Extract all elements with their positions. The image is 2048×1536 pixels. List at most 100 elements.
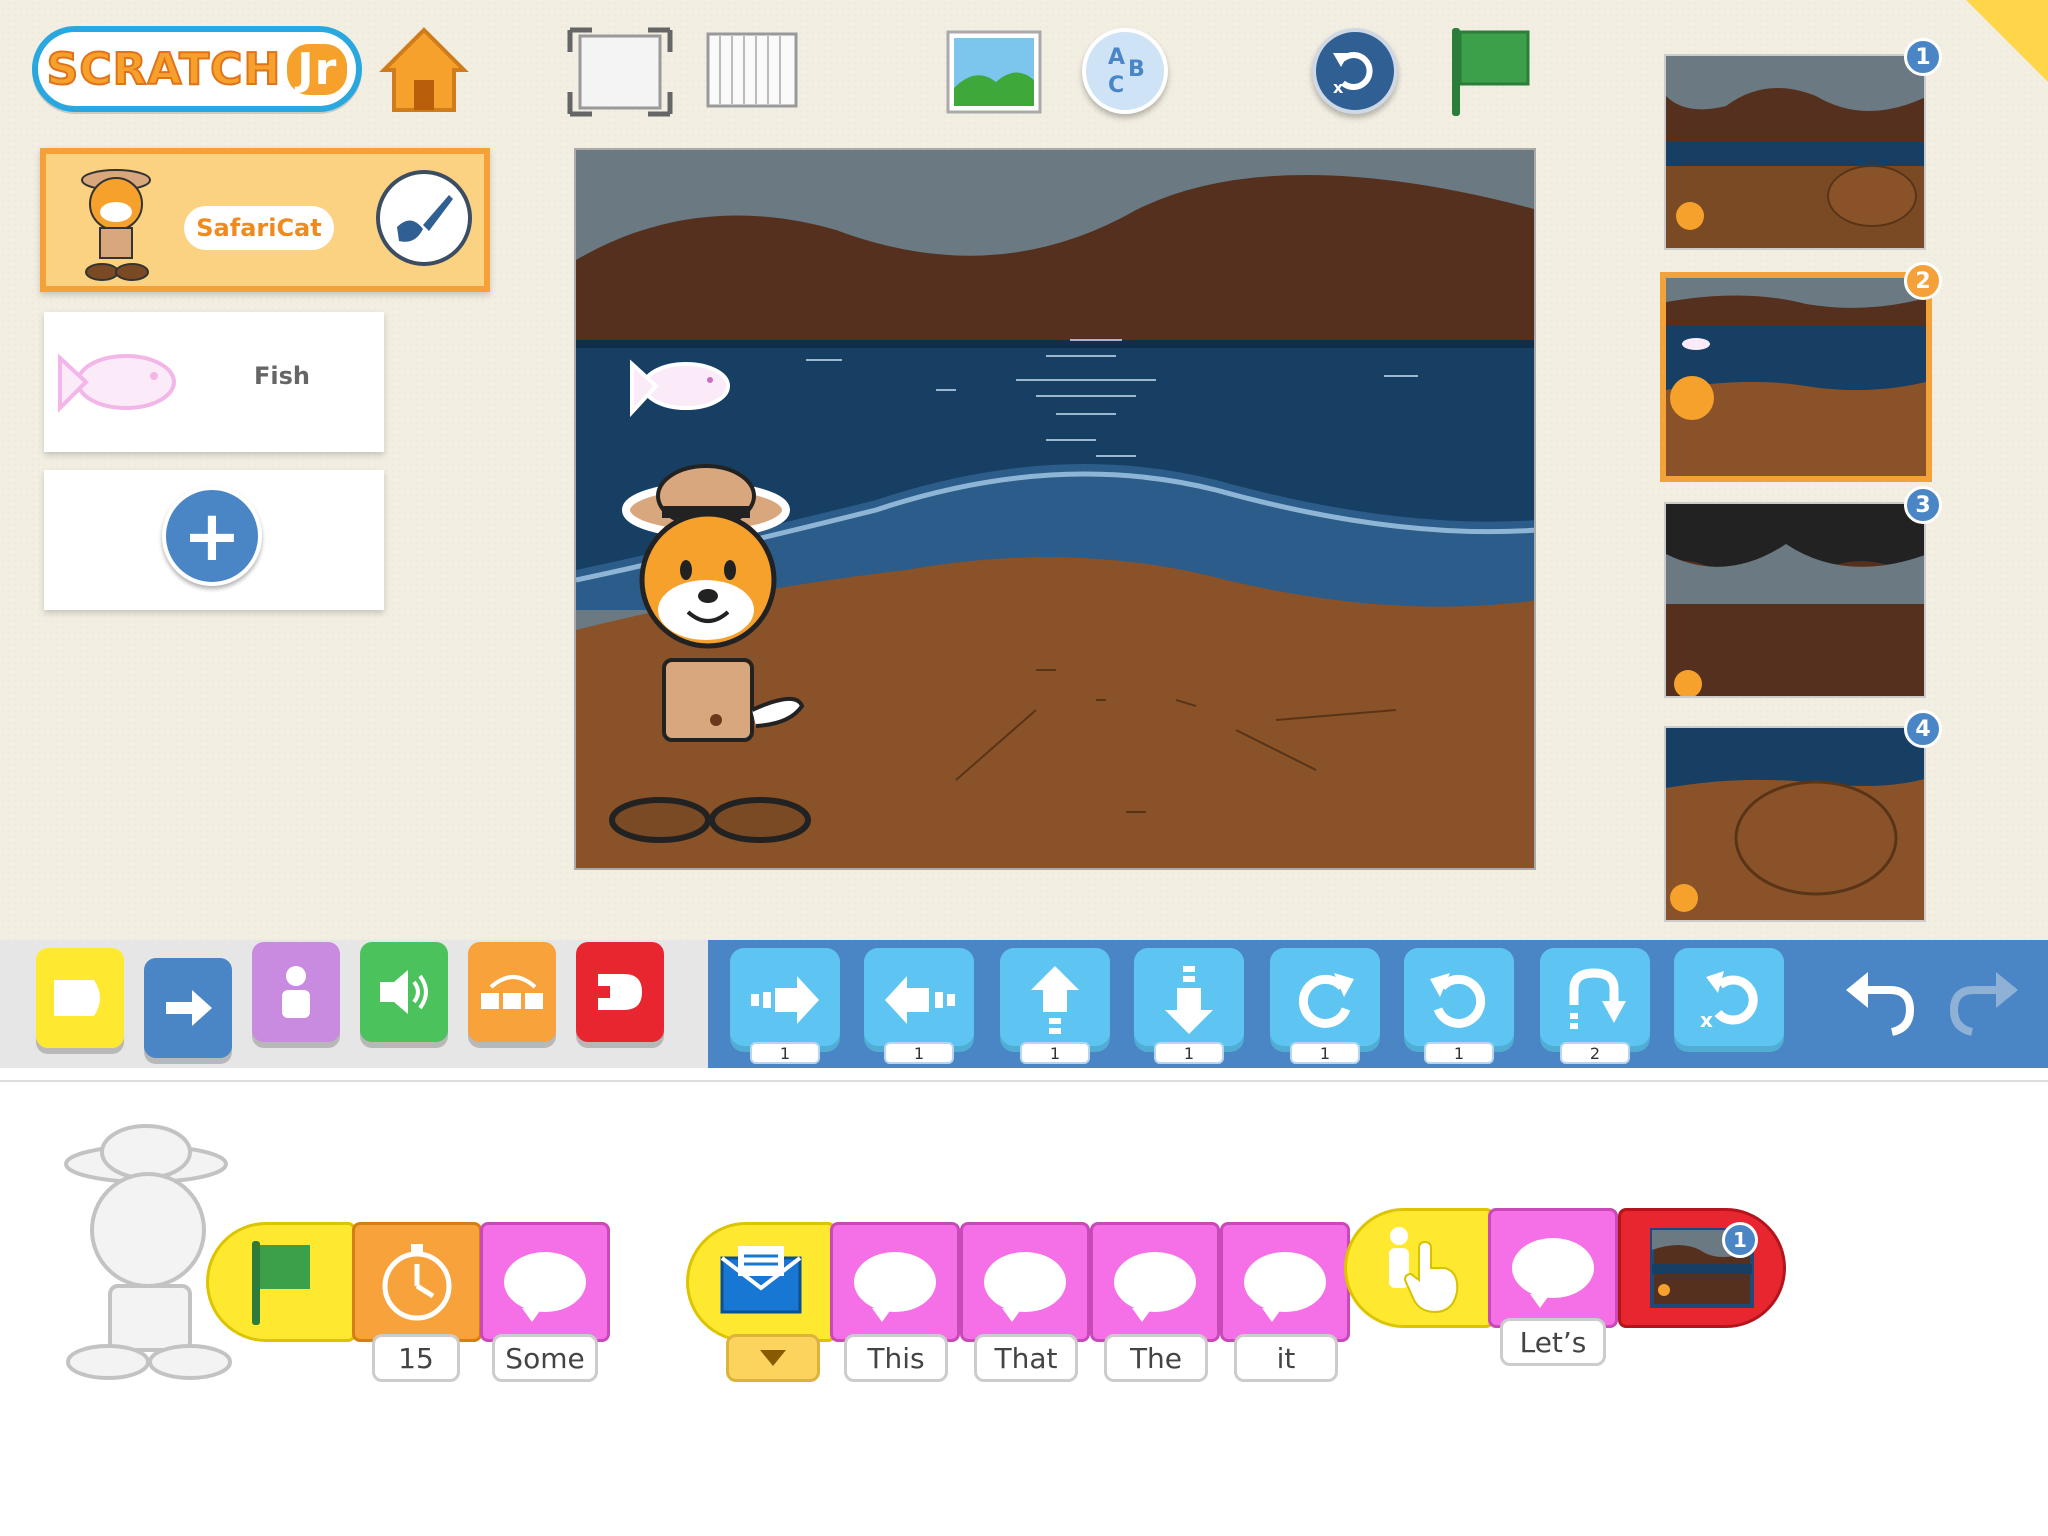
svg-text:C: C (1108, 73, 1124, 98)
move-down-value[interactable]: 1 (1154, 1042, 1224, 1064)
script1-say-input[interactable]: Some (492, 1334, 598, 1382)
move-left-icon (885, 976, 955, 1024)
move-right-icon (751, 976, 819, 1024)
go-to-page-number: 1 (1722, 1222, 1758, 1258)
svg-text:A: A (1108, 45, 1125, 70)
add-sprite-button[interactable]: + (162, 486, 262, 586)
page-1-preview (1666, 56, 1924, 248)
move-up-value[interactable]: 1 (1020, 1042, 1090, 1064)
undo-button[interactable] (1840, 962, 1920, 1042)
page-thumb-2[interactable] (1660, 272, 1932, 482)
block-move-down[interactable]: 1 (1134, 948, 1244, 1064)
script2-say-block-1[interactable] (830, 1222, 960, 1342)
green-flag-icon (1452, 28, 1530, 116)
script2-go-to-page-block[interactable] (1618, 1208, 1786, 1328)
block-turn-left[interactable]: 1 (1404, 948, 1514, 1064)
background-button[interactable] (946, 30, 1042, 114)
speaker-icon (380, 970, 428, 1014)
speech-bubble-icon (1512, 1238, 1594, 1308)
category-end[interactable] (576, 942, 664, 1042)
sprite-card-safaricat[interactable]: SafariCat (40, 148, 490, 292)
repeat-control-icon (481, 975, 543, 1009)
move-right-value[interactable]: 1 (750, 1042, 820, 1064)
block-move-right[interactable]: 1 (730, 948, 840, 1064)
stage[interactable] (574, 148, 1536, 870)
page-number-3: 3 (1904, 486, 1942, 524)
svg-text:x: x (1333, 78, 1344, 97)
page-number-4: 4 (1904, 710, 1942, 748)
reset-button[interactable]: x (1312, 28, 1398, 114)
page-thumb-4[interactable] (1664, 726, 1926, 922)
envelope-icon (720, 1246, 802, 1314)
script2-say-block-3[interactable] (1090, 1222, 1220, 1342)
script1-say-block[interactable] (480, 1222, 610, 1342)
page-2-preview (1666, 278, 1926, 476)
page-number-2: 2 (1904, 262, 1942, 300)
category-motion[interactable] (144, 958, 232, 1058)
svg-text:x: x (1700, 1008, 1713, 1032)
script2-say-input-4[interactable]: it (1234, 1334, 1338, 1382)
redo-button[interactable] (1944, 962, 2024, 1042)
script2-say-block-5[interactable] (1488, 1208, 1618, 1328)
script2-say-input-2[interactable]: That (974, 1334, 1078, 1382)
category-looks[interactable] (252, 942, 340, 1042)
block-turn-right[interactable]: 1 (1270, 948, 1380, 1064)
category-sound[interactable] (360, 942, 448, 1042)
undo-icon (1846, 972, 1915, 1036)
script2-say-block-4[interactable] (1220, 1222, 1350, 1342)
logo-jr: Jr (287, 43, 348, 95)
paint-editor-button[interactable] (376, 170, 472, 266)
scratchjr-logo: SCRATCH Jr (32, 26, 362, 112)
tap-hand-icon (1389, 1227, 1459, 1314)
add-text-button[interactable]: A B C (1082, 28, 1168, 114)
green-flag-button[interactable] (1444, 24, 1534, 120)
sprite-card-fish[interactable]: Fish (44, 312, 384, 452)
script1-wait-input[interactable]: 15 (372, 1334, 460, 1382)
abc-text-icon: A B C (1108, 45, 1145, 98)
script2-message-trigger-block[interactable] (686, 1222, 836, 1342)
selected-sprite-ghost-icon (64, 1124, 232, 1380)
block-move-left[interactable]: 1 (864, 948, 974, 1064)
page-thumb-1[interactable] (1664, 54, 1926, 250)
speech-bubble-icon (984, 1252, 1066, 1322)
turn-left-icon (1430, 973, 1486, 1028)
category-triggering[interactable] (36, 948, 124, 1048)
paintbrush-icon (397, 195, 453, 242)
logo-text: SCRATCH (46, 43, 282, 96)
block-hop[interactable]: 2 (1540, 948, 1650, 1064)
block-move-up[interactable]: 1 (1000, 948, 1110, 1064)
script1-wait-block[interactable] (352, 1222, 482, 1342)
script2-tap-trigger-block[interactable] (1344, 1208, 1494, 1328)
turn-right-icon (1298, 973, 1354, 1028)
page-number-1: 1 (1904, 38, 1942, 76)
end-block-icon (598, 974, 642, 1010)
grid-button[interactable] (706, 32, 798, 108)
script2-say-block-2[interactable] (960, 1222, 1090, 1342)
move-up-icon (1031, 966, 1079, 1034)
trigger-block-icon (54, 980, 100, 1016)
speech-bubble-icon (1244, 1252, 1326, 1322)
hop-value[interactable]: 2 (1560, 1042, 1630, 1064)
fullscreen-button[interactable] (566, 26, 674, 118)
script2-say-input-1[interactable]: This (844, 1334, 948, 1382)
grid-icon (706, 32, 798, 108)
green-flag-icon (252, 1241, 310, 1325)
speech-bubble-icon (504, 1252, 586, 1322)
turn-left-value[interactable]: 1 (1424, 1042, 1494, 1064)
speech-bubble-icon (1114, 1252, 1196, 1322)
script2-say-input-5[interactable]: Let’s (1500, 1318, 1606, 1366)
script1-green-flag-block[interactable] (206, 1222, 356, 1342)
block-go-home[interactable]: x (1674, 948, 1784, 1052)
script2-say-input-3[interactable]: The (1104, 1334, 1208, 1382)
page-3-preview (1666, 504, 1924, 696)
page-thumb-3[interactable] (1664, 502, 1926, 698)
reset-characters-icon: x (1333, 52, 1373, 97)
move-left-value[interactable]: 1 (884, 1042, 954, 1064)
turn-right-value[interactable]: 1 (1290, 1042, 1360, 1064)
category-control[interactable] (468, 942, 556, 1042)
fullscreen-icon (567, 27, 673, 117)
message-color-dropdown[interactable] (726, 1334, 820, 1382)
move-down-icon (1165, 966, 1213, 1034)
arrow-right-icon (166, 990, 212, 1026)
home-button[interactable] (378, 24, 470, 116)
